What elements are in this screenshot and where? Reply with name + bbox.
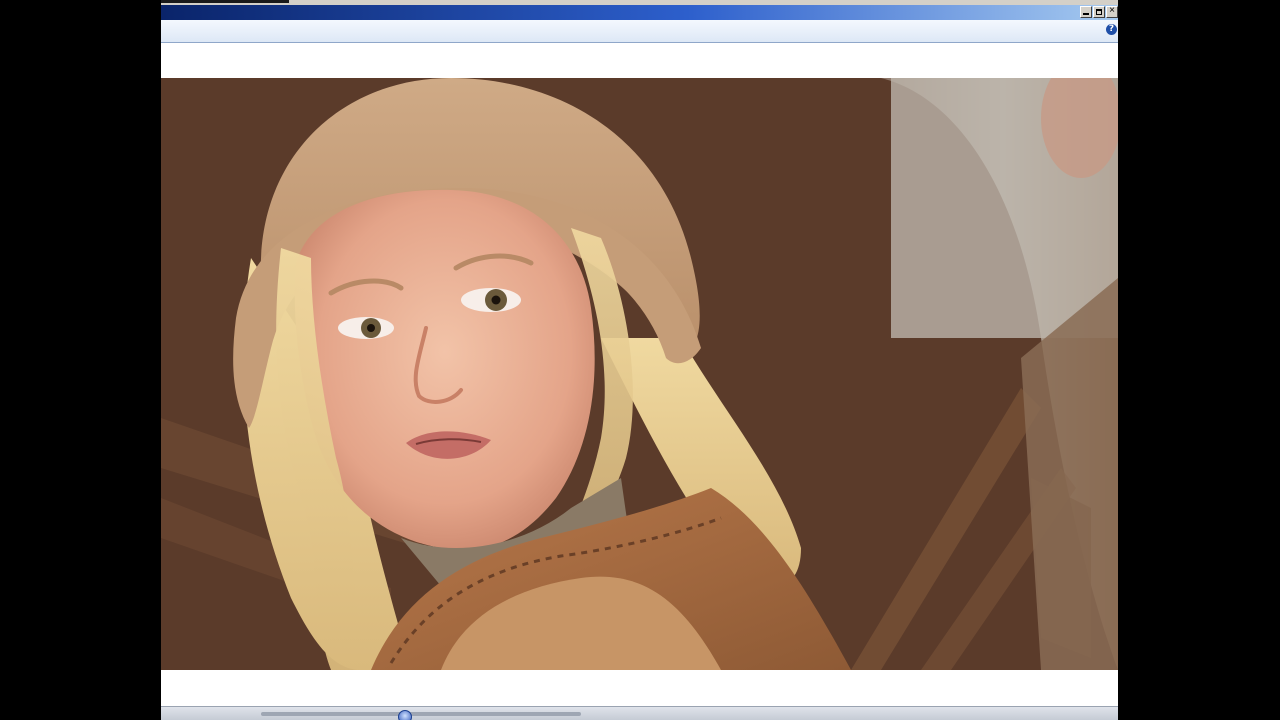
close-icon: × bbox=[1109, 5, 1115, 16]
application-window: × ? bbox=[161, 0, 1118, 720]
photo-image bbox=[161, 78, 1118, 670]
photo-viewer bbox=[161, 78, 1118, 670]
letterbox-left bbox=[0, 0, 161, 720]
player-control-bar bbox=[161, 706, 1118, 720]
help-icon[interactable]: ? bbox=[1106, 24, 1117, 35]
letterbox-right bbox=[1118, 0, 1280, 720]
toolbar: ? bbox=[161, 20, 1118, 43]
seek-bar[interactable] bbox=[261, 712, 581, 716]
seek-thumb[interactable] bbox=[398, 710, 412, 720]
minimize-icon bbox=[1083, 13, 1089, 15]
content-margin-bottom bbox=[161, 670, 1118, 706]
minimize-button[interactable] bbox=[1080, 6, 1092, 18]
close-button[interactable]: × bbox=[1106, 5, 1118, 18]
maximize-icon bbox=[1096, 9, 1102, 15]
title-bar[interactable]: × bbox=[161, 5, 1118, 20]
top-tab-hint bbox=[161, 0, 289, 3]
maximize-button[interactable] bbox=[1093, 6, 1105, 18]
window-controls: × bbox=[1080, 5, 1118, 18]
content-margin-top bbox=[161, 43, 1118, 78]
